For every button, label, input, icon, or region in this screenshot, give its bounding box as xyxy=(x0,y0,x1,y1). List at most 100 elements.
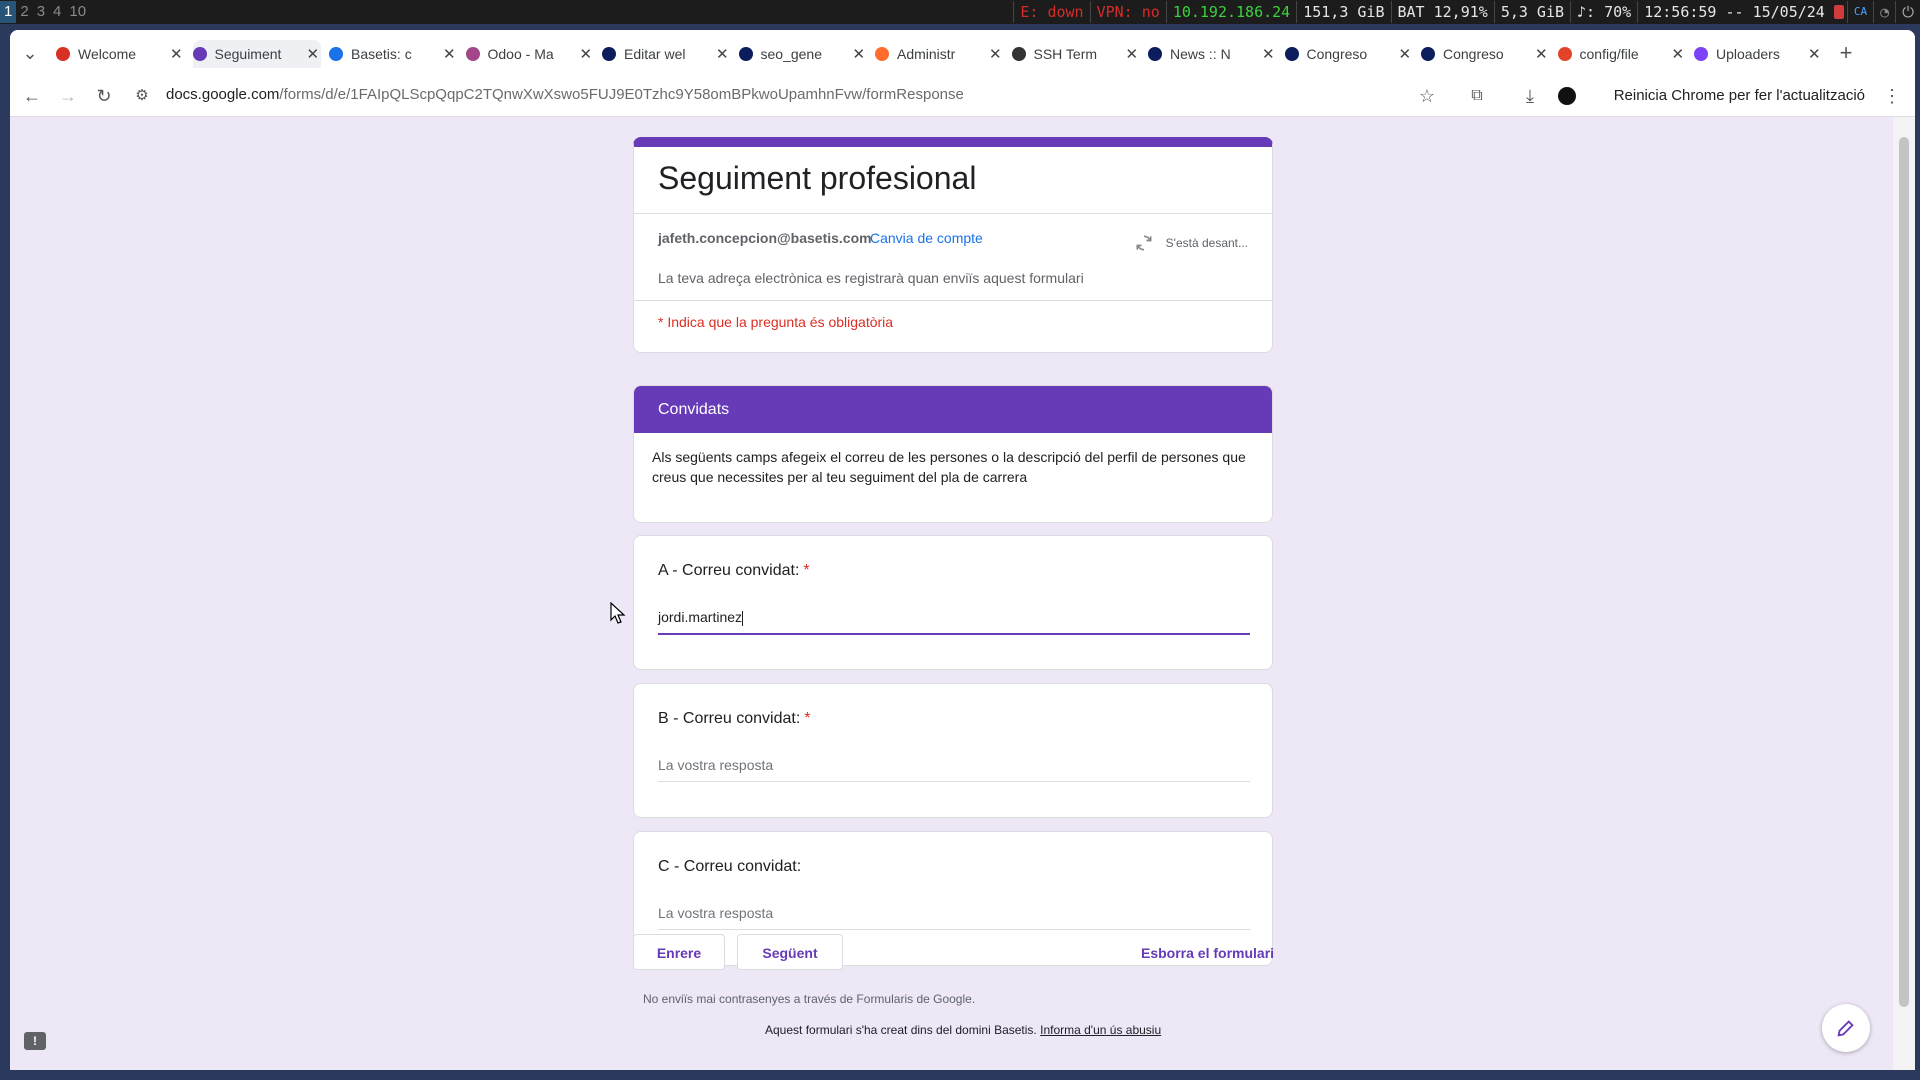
mouse-cursor-icon xyxy=(610,602,626,624)
saving-text: S'està desant... xyxy=(1165,236,1248,250)
sync-icon xyxy=(1136,235,1152,251)
tab-title: News :: N xyxy=(1170,46,1231,62)
page-scrollbar[interactable] xyxy=(1893,117,1915,1070)
tab-2[interactable]: Seguiment ✕ xyxy=(192,40,321,68)
form-header-card: Seguiment profesional jafeth.concepcion@… xyxy=(633,137,1273,353)
profile-avatar[interactable] xyxy=(1558,87,1576,105)
ssh-icon xyxy=(1011,47,1026,61)
answer-input-a[interactable]: jordi.martinez xyxy=(658,609,1250,635)
next-button[interactable]: Següent xyxy=(737,934,843,970)
tab-12[interactable]: config/file ✕ xyxy=(1557,40,1686,68)
tab-10[interactable]: Congreso ✕ xyxy=(1284,40,1413,68)
tab-1[interactable]: Welcome ✕ xyxy=(56,40,184,68)
answer-input-b[interactable]: La vostra resposta xyxy=(658,757,1250,782)
workspace-3[interactable]: 3 xyxy=(33,1,49,23)
tab-7[interactable]: Administr ✕ xyxy=(875,40,1003,68)
tab-8[interactable]: SSH Term ✕ xyxy=(1011,40,1140,68)
menu-icon[interactable]: ⋮ xyxy=(1880,84,1904,108)
email-note: La teva adreça electrònica es registrarà… xyxy=(658,270,1084,286)
power-icon[interactable]: ⏻ xyxy=(1895,1,1920,23)
section-title: Convidats xyxy=(634,386,1272,433)
tab-search-icon[interactable]: ⌄ xyxy=(18,41,42,65)
form-page: Seguiment profesional jafeth.concepcion@… xyxy=(10,117,1893,1070)
workspace-2[interactable]: 2 xyxy=(16,1,32,23)
extensions-icon[interactable]: ⧉ xyxy=(1465,84,1489,108)
workspace-1[interactable]: 1 xyxy=(0,1,17,23)
tab-6[interactable]: seo_gene ✕ xyxy=(738,40,867,68)
odoo-icon xyxy=(465,47,480,61)
url-bar[interactable]: docs.google.com/forms/d/e/1FAIpQLScpQqpC… xyxy=(166,86,964,103)
answer-input-c[interactable]: La vostra resposta xyxy=(658,905,1250,930)
tab-11[interactable]: Congreso ✕ xyxy=(1421,40,1549,68)
close-tab-icon[interactable]: ✕ xyxy=(1535,45,1548,63)
tab-5[interactable]: Editar wel ✕ xyxy=(602,40,730,68)
feedback-icon[interactable]: ! xyxy=(24,1032,46,1050)
close-tab-icon[interactable]: ✕ xyxy=(443,45,456,63)
close-tab-icon[interactable]: ✕ xyxy=(989,45,1002,63)
section-card: Convidats Als següents camps afegeix el … xyxy=(633,385,1273,523)
reload-icon[interactable]: ↻ xyxy=(92,84,116,108)
system-status-bar: 1 2 3 4 10 E: down VPN: no 10.192.186.24… xyxy=(0,0,1920,24)
close-tab-icon[interactable]: ✕ xyxy=(716,45,729,63)
close-tab-icon[interactable]: ✕ xyxy=(1262,45,1275,63)
new-tab-button[interactable]: + xyxy=(1834,41,1858,65)
forward-icon[interactable]: → xyxy=(56,84,80,108)
section-description: Als següents camps afegeix el correu de … xyxy=(652,449,1246,485)
tab-4[interactable]: Odoo - Ma ✕ xyxy=(465,40,594,68)
site-icon xyxy=(602,47,616,61)
close-tab-icon[interactable]: ✕ xyxy=(170,45,183,63)
tab-title: seo_gene xyxy=(760,46,823,62)
tab-3[interactable]: Basetis: c ✕ xyxy=(329,40,457,68)
wifi-icon: ◔ xyxy=(1873,1,1895,23)
battery-status: BAT 12,91% xyxy=(1390,1,1494,23)
edit-form-button[interactable] xyxy=(1822,1004,1870,1052)
download-icon[interactable]: ⤓ xyxy=(1518,84,1542,108)
site-icon xyxy=(1421,47,1435,61)
close-tab-icon[interactable]: ✕ xyxy=(307,45,320,63)
close-tab-icon[interactable]: ✕ xyxy=(1808,45,1821,63)
tray-icon[interactable] xyxy=(1833,5,1844,19)
tab-title: Basetis: c xyxy=(351,46,412,62)
question-label: A - Correu convidat: * xyxy=(658,562,810,579)
password-warning: No enviïs mai contrasenyes a través de F… xyxy=(643,992,976,1006)
switch-account-link[interactable]: Canvia de compte xyxy=(870,230,983,246)
back-icon[interactable]: ← xyxy=(20,84,44,108)
domain-note: Aquest formulari s'ha creat dins del dom… xyxy=(765,1023,1162,1037)
url-path: /forms/d/e/1FAIpQLScpQqpC2TQnwXwXswo5FUJ… xyxy=(279,86,964,103)
scrollbar-thumb[interactable] xyxy=(1899,137,1909,1007)
eth-status: E: down xyxy=(1013,1,1089,23)
language-indicator[interactable]: CA xyxy=(1846,1,1873,23)
tab-title: Welcome xyxy=(78,46,137,62)
bookmark-star-icon[interactable]: ☆ xyxy=(1415,84,1439,108)
clear-form-button[interactable]: Esborra el formulari xyxy=(1141,945,1274,961)
restart-chrome-button[interactable]: Reinicia Chrome per fer l'actualització xyxy=(1614,87,1865,104)
pencil-icon xyxy=(1837,1020,1854,1037)
tab-13[interactable]: Uploaders ✕ xyxy=(1694,40,1822,68)
close-tab-icon[interactable]: ✕ xyxy=(1126,45,1139,63)
back-button[interactable]: Enrere xyxy=(633,934,725,970)
close-tab-icon[interactable]: ✕ xyxy=(853,45,866,63)
vpn-status: VPN: no xyxy=(1089,1,1166,23)
site-info-icon[interactable]: ⚙ xyxy=(130,84,154,108)
workspace-4[interactable]: 4 xyxy=(49,1,65,23)
report-abuse-link[interactable]: Informa d'un ús abusiu xyxy=(1040,1023,1161,1037)
tab-title: Editar wel xyxy=(624,46,686,62)
volume-status: ♪: 70% xyxy=(1570,1,1637,23)
tab-9[interactable]: News :: N ✕ xyxy=(1148,40,1276,68)
app-icon xyxy=(1694,47,1708,61)
ip-status: 10.192.186.24 xyxy=(1165,1,1296,23)
question-card-b: B - Correu convidat: * La vostra resposta xyxy=(633,683,1273,818)
forms-icon xyxy=(192,47,207,61)
required-asterisk: * xyxy=(803,562,810,579)
url-domain: docs.google.com xyxy=(166,86,280,103)
divider xyxy=(634,300,1272,301)
close-tab-icon[interactable]: ✕ xyxy=(580,45,593,63)
memory-status: 5,3 GiB xyxy=(1493,1,1570,23)
tab-title: Congreso xyxy=(1443,46,1504,62)
workspace-10[interactable]: 10 xyxy=(65,1,90,23)
clock: 12:56:59 -- 15/05/24 xyxy=(1637,1,1831,23)
site-icon xyxy=(1284,47,1299,61)
close-tab-icon[interactable]: ✕ xyxy=(1399,45,1412,63)
tab-title: Uploaders xyxy=(1716,46,1780,62)
close-tab-icon[interactable]: ✕ xyxy=(1672,45,1685,63)
